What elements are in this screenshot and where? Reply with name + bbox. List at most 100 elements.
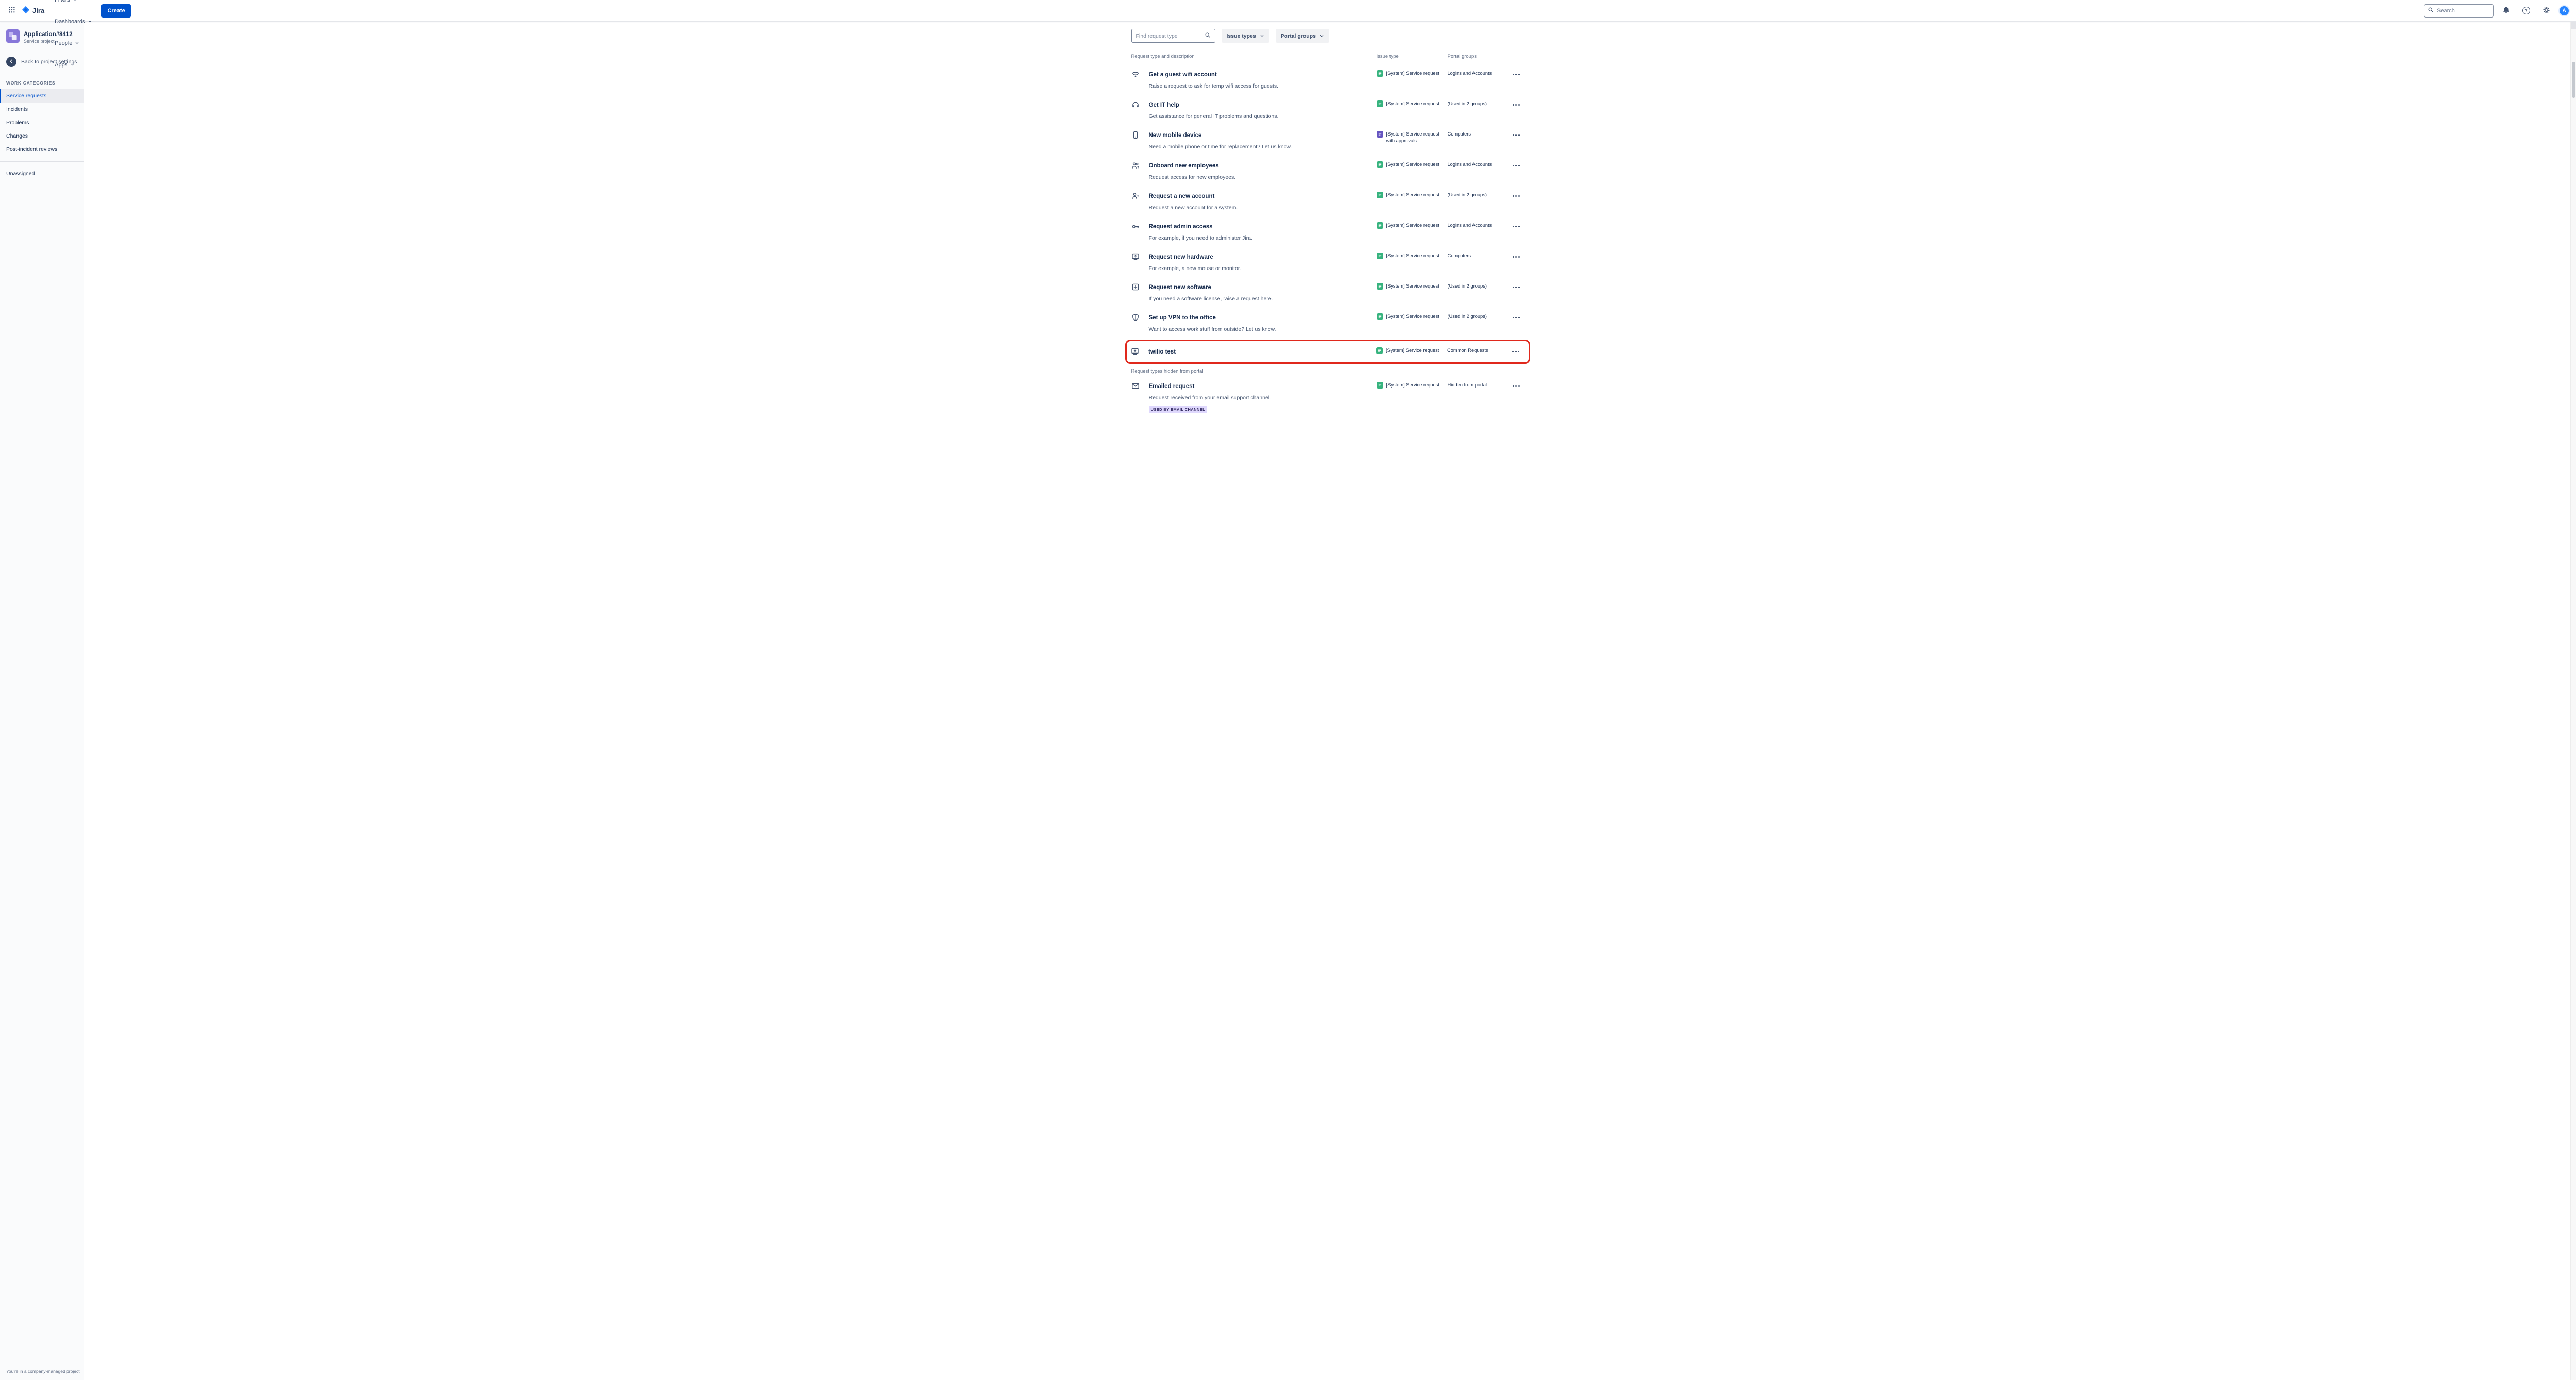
issue-type-label: [System] Service request: [1386, 347, 1439, 354]
nav-item-dashboards[interactable]: Dashboards: [49, 11, 97, 32]
more-actions-button[interactable]: [1509, 131, 1524, 139]
more-actions-button[interactable]: [1509, 382, 1524, 390]
request-type-title[interactable]: Request new hardware: [1149, 254, 1213, 260]
issue-type-label: [System] Service request: [1386, 253, 1439, 259]
nav-item-people[interactable]: People: [49, 32, 84, 54]
global-search[interactable]: [2424, 4, 2494, 18]
hidden-section-title: Request types hidden from portal: [1131, 368, 1524, 374]
request-type-title[interactable]: Get a guest wifi account: [1149, 72, 1217, 78]
people-icon: [1131, 161, 1149, 170]
request-type-row-get-it-help[interactable]: Get IT helpGet assistance for general IT…: [1131, 95, 1524, 125]
request-type-list: Get a guest wifi accountRaise a request …: [1131, 64, 1524, 364]
request-type-row-request-new-hardware[interactable]: Request new hardwareFor example, a new m…: [1131, 247, 1524, 277]
sidebar-item-service-requests[interactable]: Service requests: [0, 89, 84, 103]
request-type-row-emailed-request[interactable]: Emailed request Request received from you…: [1131, 376, 1524, 419]
portal-group-cell: Computers: [1448, 131, 1509, 137]
settings-button[interactable]: [2538, 3, 2554, 19]
search-icon: [2428, 6, 2434, 15]
sidebar-item-unassigned[interactable]: Unassigned: [0, 167, 84, 180]
request-type-title[interactable]: twilio test: [1148, 349, 1176, 355]
search-icon: [1205, 31, 1211, 41]
request-type-row-set-up-vpn-to-the-office[interactable]: Set up VPN to the office Want to access w…: [1131, 308, 1524, 338]
issue-type-cell: [System] Service request: [1377, 161, 1448, 168]
chevron-down-icon: [75, 41, 79, 45]
request-type-title[interactable]: Request new software: [1149, 284, 1211, 291]
app-switcher-button[interactable]: [4, 3, 20, 19]
request-type-row-new-mobile-device[interactable]: New mobile deviceNeed a mobile phone or …: [1131, 125, 1524, 156]
email-icon: [1131, 382, 1149, 390]
request-type-cell: Request admin accessFor example, if you …: [1149, 222, 1377, 241]
find-request-type-search[interactable]: [1131, 29, 1215, 43]
project-sidebar: Application#8412 Service project Back to…: [0, 22, 84, 1380]
jira-logo[interactable]: Jira: [20, 6, 49, 15]
nav-item-label: Dashboards: [55, 19, 85, 25]
request-type-row-twilio-test[interactable]: twilio test [System] Service request Commo…: [1125, 340, 1530, 364]
request-type-title[interactable]: Request a new account: [1149, 193, 1215, 199]
request-type-row-onboard-new-employees[interactable]: Onboard new employeesRequest access for …: [1131, 156, 1524, 186]
more-actions-button[interactable]: [1509, 253, 1524, 260]
sidebar-item-incidents[interactable]: Incidents: [0, 103, 84, 116]
request-type-title[interactable]: Get IT help: [1149, 102, 1179, 108]
primary-nav: Your workProjectsFiltersDashboardsPeople…: [49, 0, 97, 76]
sidebar-item-post-incident-reviews[interactable]: Post-incident reviews: [0, 143, 84, 156]
nav-item-filters[interactable]: Filters: [49, 0, 82, 11]
request-type-row-request-admin-access[interactable]: Request admin accessFor example, if you …: [1131, 216, 1524, 247]
find-request-type-input[interactable]: [1136, 33, 1201, 39]
portal-group-cell: Logins and Accounts: [1448, 71, 1509, 76]
key-icon: [1131, 222, 1149, 230]
request-type-title[interactable]: Onboard new employees: [1149, 163, 1219, 169]
company-managed-note: You're in a company-managed project: [6, 1369, 81, 1374]
request-type-cell: Request a new accountRequest a new accou…: [1149, 191, 1377, 211]
headset-icon: [1131, 100, 1149, 109]
issue-type-icon: [1377, 131, 1383, 138]
more-actions-button[interactable]: [1509, 192, 1524, 199]
issue-types-filter[interactable]: Issue types: [1222, 29, 1269, 43]
scroll-thumb[interactable]: [2572, 62, 2575, 98]
scroll-up-button[interactable]: [2571, 22, 2576, 29]
more-actions-button[interactable]: [1509, 101, 1524, 108]
request-type-title[interactable]: Emailed request: [1149, 383, 1195, 390]
issue-type-label: [System] Service request: [1386, 313, 1439, 320]
request-type-row-request-a-new-account[interactable]: Request a new accountRequest a new accou…: [1131, 186, 1524, 216]
gear-icon: [2543, 6, 2550, 15]
request-type-cell: Get a guest wifi accountRaise a request …: [1149, 70, 1377, 89]
help-button[interactable]: ?: [2518, 3, 2534, 19]
portal-groups-filter[interactable]: Portal groups: [1276, 29, 1329, 43]
request-type-title[interactable]: Request admin access: [1149, 224, 1213, 230]
app-grid-icon: [8, 6, 15, 15]
more-actions-button[interactable]: [1509, 283, 1524, 291]
nav-item-apps[interactable]: Apps: [49, 54, 80, 76]
request-type-cell: Get IT helpGet assistance for general IT…: [1149, 100, 1377, 120]
more-actions-button[interactable]: [1509, 71, 1524, 78]
notifications-button[interactable]: [2498, 3, 2514, 19]
scrollbar[interactable]: [2570, 22, 2576, 1380]
request-type-title[interactable]: Set up VPN to the office: [1149, 315, 1216, 321]
portal-group-cell: Common Requests: [1447, 348, 1508, 353]
profile-avatar[interactable]: A: [2558, 5, 2570, 16]
more-actions-button[interactable]: [1509, 162, 1524, 169]
request-type-cell: New mobile deviceNeed a mobile phone or …: [1149, 130, 1377, 150]
issue-type-cell: [System] Service request with approvals: [1377, 131, 1448, 145]
hardware-icon: [1131, 347, 1148, 356]
sidebar-item-problems[interactable]: Problems: [0, 116, 84, 129]
create-button[interactable]: Create: [101, 4, 130, 18]
portal-group-cell: (Used in 2 groups): [1448, 283, 1509, 289]
global-search-input[interactable]: [2437, 8, 2489, 14]
request-type-row-get-a-guest-wifi-account[interactable]: Get a guest wifi accountRaise a request …: [1131, 64, 1524, 95]
issue-type-label: [System] Service request with approvals: [1386, 131, 1443, 145]
issue-type-icon: [1377, 100, 1383, 107]
portal-group-cell: Computers: [1448, 253, 1509, 258]
column-portal-groups: Portal groups: [1448, 54, 1509, 59]
sidebar-item-changes[interactable]: Changes: [0, 129, 84, 143]
chevron-down-icon: [73, 0, 77, 2]
more-actions-button[interactable]: [1509, 223, 1524, 230]
request-type-row-request-new-software[interactable]: Request new softwareIf you need a softwa…: [1131, 277, 1524, 308]
issue-type-cell: [System] Service request: [1377, 313, 1448, 320]
request-type-description: Want to access work stuff from outside? …: [1149, 326, 1377, 332]
more-actions-button[interactable]: [1509, 314, 1524, 321]
request-type-title[interactable]: New mobile device: [1149, 132, 1202, 139]
more-actions-button[interactable]: [1508, 348, 1523, 355]
request-type-description: Request received from your email support…: [1149, 395, 1377, 401]
chevron-down-icon: [88, 19, 92, 24]
person-add-icon: [1131, 192, 1149, 200]
